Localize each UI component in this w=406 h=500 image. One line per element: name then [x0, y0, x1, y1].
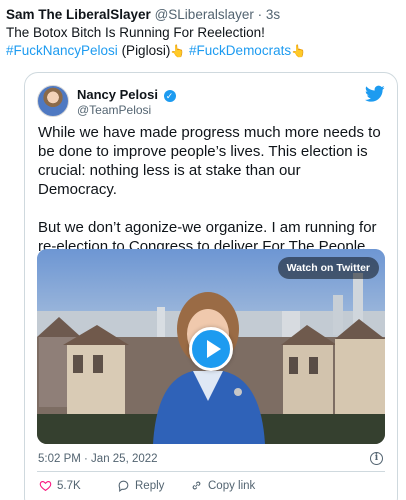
embedded-tweet-card[interactable]: Nancy Pelosi ✓ @TeamPelosi While we have… [24, 72, 398, 500]
twitter-bird-icon[interactable] [365, 85, 385, 103]
separator-dot: · [257, 7, 263, 22]
aside-text: (Piglosi) [121, 43, 171, 58]
outer-author-handle[interactable]: @SLiberalslayer [155, 7, 254, 22]
outer-author-name[interactable]: Sam The LiberalSlayer [6, 7, 151, 22]
author-name-text: Nancy Pelosi [77, 87, 158, 102]
hashtag-link[interactable]: #FuckNancyPelosi [6, 43, 118, 58]
like-count: 5.7K [57, 479, 81, 492]
reply-icon [118, 480, 129, 492]
info-icon[interactable]: i [370, 452, 383, 465]
reply-label: Reply [135, 479, 165, 492]
link-icon [192, 481, 201, 490]
outer-text-line: The Botox Bitch Is Running For Reelectio… [6, 25, 265, 40]
play-icon [207, 340, 221, 358]
divider [37, 471, 385, 472]
embedded-author-handle[interactable]: @TeamPelosi [77, 103, 151, 117]
outer-tweet-text: The Botox Bitch Is Running For Reelectio… [6, 24, 402, 60]
play-button[interactable] [189, 327, 233, 371]
like-button[interactable]: 5.7K [39, 479, 81, 492]
heart-icon [39, 481, 52, 492]
outer-hashtag-line: #FuckNancyPelosi (Piglosi)👆 #FuckDemocra… [6, 42, 402, 60]
pointing-up-emoji: 👆 [170, 44, 186, 58]
outer-timestamp[interactable]: 3s [266, 7, 280, 22]
pointing-up-emoji: 👆 [291, 44, 307, 58]
avatar[interactable] [37, 85, 69, 117]
tweet-actions: 5.7K Reply Copy link [37, 477, 385, 497]
hashtag-link[interactable]: #FuckDemocrats [189, 43, 291, 58]
copy-link-label: Copy link [208, 479, 256, 492]
copy-link-button[interactable]: Copy link [190, 479, 255, 492]
outer-tweet-header: Sam The LiberalSlayer @SLiberalslayer · … [6, 6, 402, 23]
tweet-paragraph: While we have made progress much more ne… [38, 124, 381, 198]
tweet-timestamp[interactable]: 5:02 PM · Jan 25, 2022 [38, 453, 158, 465]
embedded-author-name[interactable]: Nancy Pelosi ✓ [77, 87, 176, 102]
watch-on-twitter-button[interactable]: Watch on Twitter [277, 257, 379, 279]
embedded-tweet-header: Nancy Pelosi ✓ @TeamPelosi [37, 85, 385, 119]
reply-button[interactable]: Reply [117, 479, 164, 492]
video-player[interactable]: Watch on Twitter [37, 249, 385, 444]
verified-icon: ✓ [163, 90, 176, 102]
